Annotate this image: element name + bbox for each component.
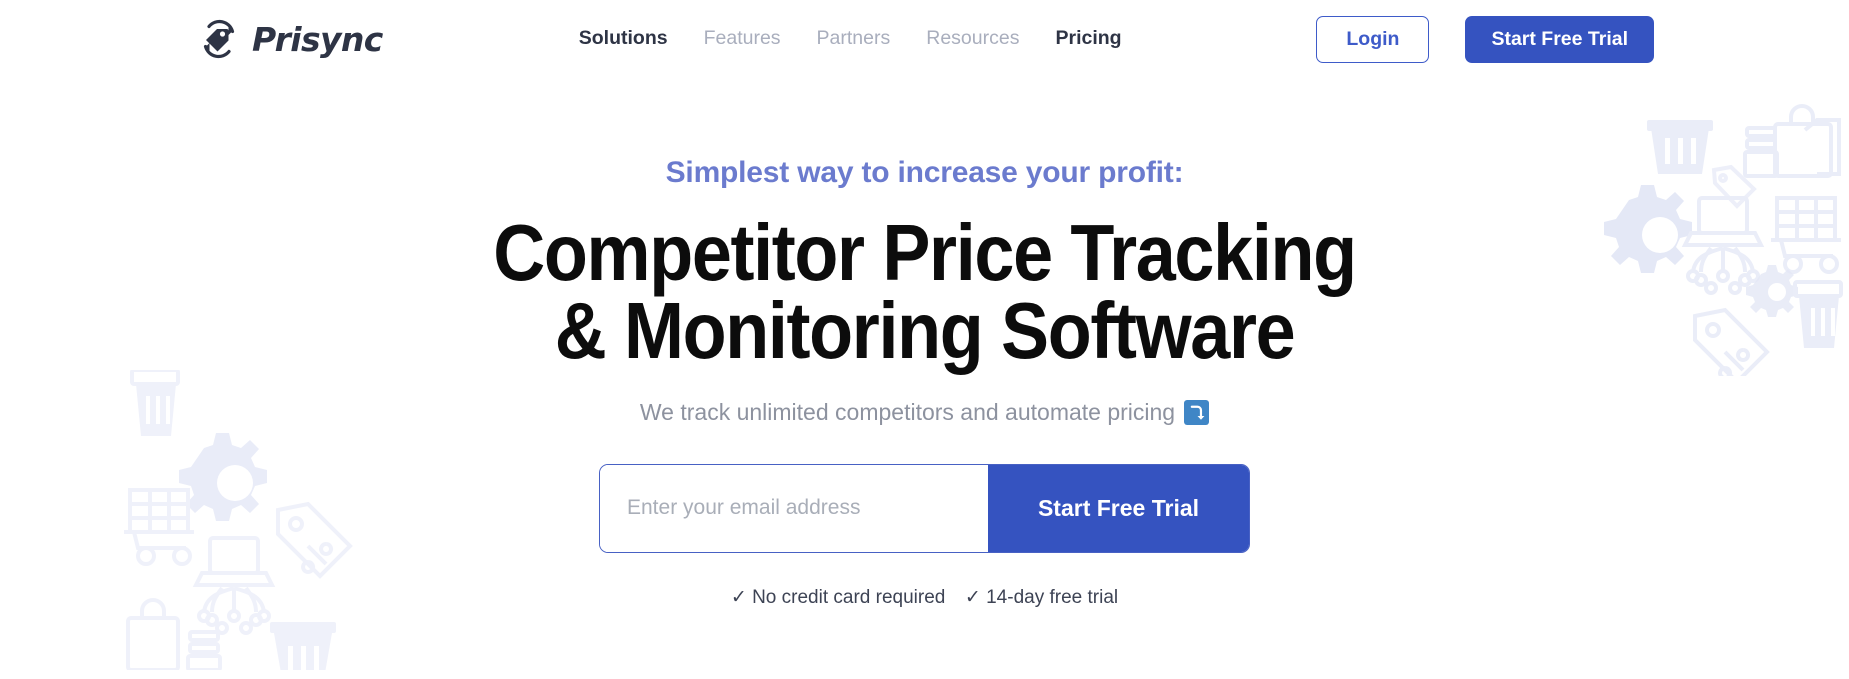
nav-item-pricing[interactable]: Pricing [1055, 29, 1121, 49]
hero-subheading: We track unlimited competitors and autom… [0, 399, 1849, 427]
header-free-trial-button[interactable]: Start Free Trial [1465, 15, 1654, 63]
hero-eyebrow: Simplest way to increase your profit: [665, 156, 1184, 189]
hero-free-trial-button[interactable]: Start Free Trial [988, 464, 1249, 552]
shopping-bag-icon [126, 598, 222, 672]
logo-wordmark: Prisync [252, 19, 383, 59]
hero-subheading-text: We track unlimited competitors and autom… [639, 399, 1176, 426]
site-header: Prisync Solutions Features Partners Reso… [0, 0, 1849, 78]
login-button[interactable]: Login [1316, 15, 1430, 63]
nav-item-solutions[interactable]: Solutions [579, 29, 668, 49]
page-title: Competitor Price Tracking & Monitoring S… [92, 208, 1756, 375]
right-arrow-curving-down-emoji [1184, 400, 1210, 426]
email-input[interactable] [600, 464, 988, 552]
price-tag-sync-icon [203, 19, 235, 59]
shopping-basket-icon [270, 622, 336, 673]
signup-form: Start Free Trial [0, 463, 1849, 553]
main-navigation: Solutions Features Partners Resources Pr… [579, 29, 1122, 49]
hero-section: Simplest way to increase your profit: Co… [0, 78, 1849, 607]
trust-free-trial-days: ✓ 14-day free trial [964, 586, 1119, 608]
nav-item-resources[interactable]: Resources [926, 29, 1019, 49]
logo[interactable]: Prisync [196, 16, 383, 62]
signup-field-group: Start Free Trial [599, 463, 1250, 553]
nav-item-features[interactable]: Features [704, 29, 781, 49]
trust-no-credit-card: ✓ No credit card required [730, 586, 946, 608]
headline-line-2: & Monitoring Software [554, 285, 1296, 375]
trust-indicators: ✓ No credit card required ✓ 14-day free … [0, 588, 1849, 607]
headline-line-1: Competitor Price Tracking [493, 208, 1357, 297]
header-actions: Login Start Free Trial [1316, 15, 1654, 63]
landing-page: Prisync Solutions Features Partners Reso… [0, 0, 1849, 679]
nav-item-partners[interactable]: Partners [817, 29, 891, 49]
